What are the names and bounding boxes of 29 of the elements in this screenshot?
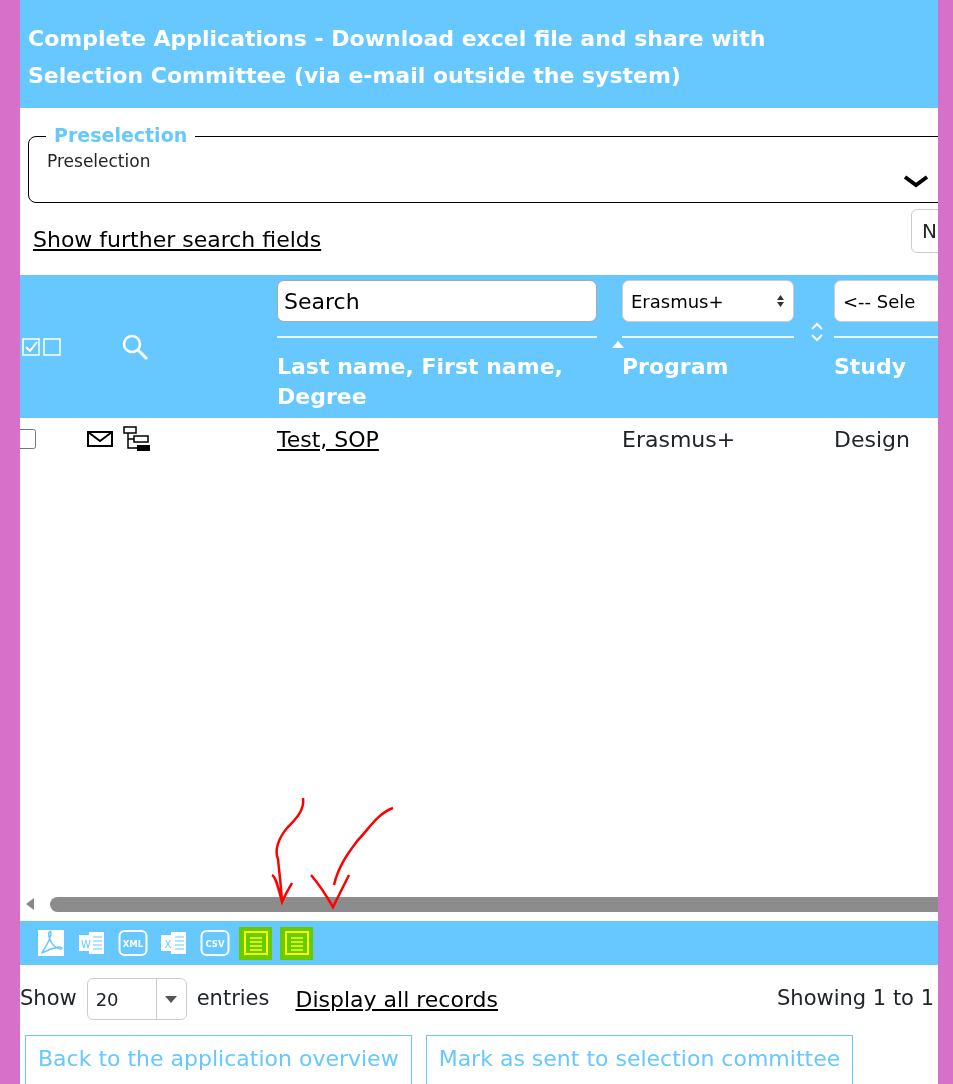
program-select[interactable]: Erasmus+ bbox=[622, 280, 794, 322]
caret-icon bbox=[165, 995, 178, 1003]
search-icon[interactable] bbox=[121, 332, 149, 361]
page-length-select[interactable]: N bbox=[911, 209, 938, 253]
select-all-icon[interactable] bbox=[22, 337, 62, 356]
page-header: Complete Applications - Download excel file and share with Selection Committee (via e-mail outside the system) bbox=[20, 0, 938, 108]
text-export-icon[interactable] bbox=[239, 926, 272, 960]
entries-info: Showing 1 to 1 bbox=[777, 985, 934, 1013]
table-cell: Erasmus+ bbox=[622, 426, 736, 452]
chevron-down-icon bbox=[903, 174, 929, 188]
mail-icon[interactable] bbox=[87, 430, 113, 448]
study-select[interactable]: <-- Sele bbox=[834, 280, 938, 322]
tree-icon[interactable] bbox=[123, 426, 151, 452]
display-all-link[interactable]: Display all records bbox=[295, 982, 498, 1016]
entries-label: entries bbox=[196, 985, 270, 1013]
sort-ascending-icon[interactable] bbox=[612, 341, 624, 348]
table-cell: Design bbox=[834, 426, 910, 452]
sort-arrows-icon bbox=[776, 294, 785, 308]
applicant-link[interactable]: Test, SOP bbox=[277, 426, 379, 452]
text-export-icon[interactable] bbox=[280, 926, 313, 960]
search-field[interactable]: Search bbox=[277, 280, 597, 322]
sort-icon[interactable] bbox=[811, 322, 823, 342]
select-value: Preselection bbox=[47, 151, 151, 171]
row-checkbox[interactable] bbox=[20, 428, 36, 449]
scrollbar-thumb[interactable] bbox=[50, 896, 938, 912]
scroll-left-icon[interactable] bbox=[26, 898, 36, 910]
show-label: Show bbox=[20, 985, 77, 1013]
further-search-link[interactable]: Show further search fields bbox=[33, 223, 322, 256]
page-size-select[interactable]: 20 bbox=[86, 978, 187, 1020]
